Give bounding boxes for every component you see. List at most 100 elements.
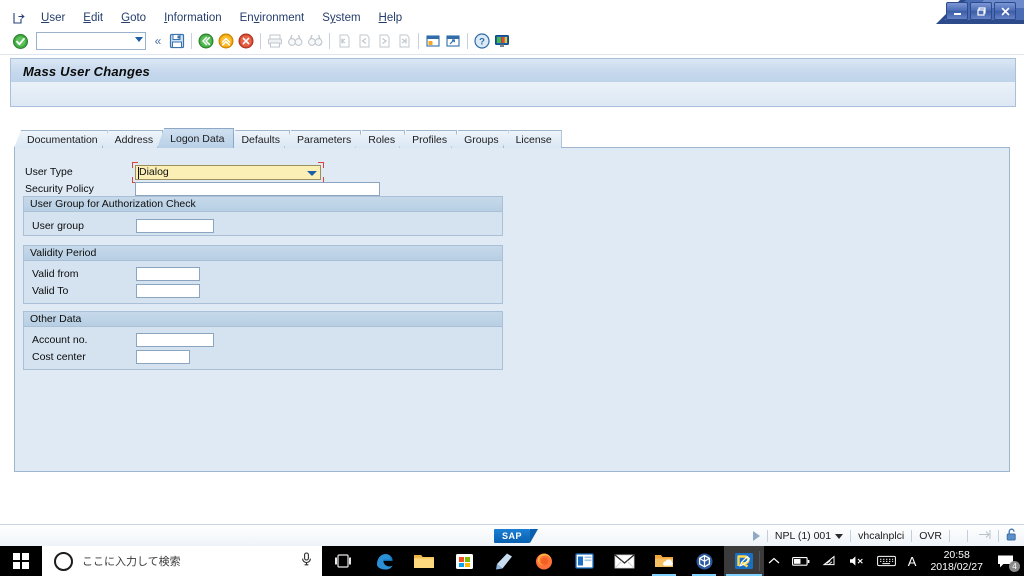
tab-documentation[interactable]: Documentation — [14, 130, 108, 148]
previous-page-button[interactable] — [354, 31, 374, 51]
volume-muted-icon[interactable] — [843, 546, 871, 576]
minimize-button[interactable] — [946, 2, 968, 20]
system-info[interactable]: NPL (1) 001 — [775, 530, 831, 542]
tray-separator — [758, 551, 760, 571]
pen-workspace-icon[interactable] — [732, 546, 757, 576]
touch-keyboard-icon[interactable] — [871, 546, 902, 576]
taskbar-app-mail[interactable] — [604, 546, 644, 576]
ime-mode-indicator[interactable]: A — [902, 546, 923, 576]
menu-edit[interactable]: Edit — [74, 10, 112, 26]
last-page-button[interactable] — [394, 31, 414, 51]
command-input[interactable] — [37, 33, 129, 49]
status-expand-icon[interactable] — [752, 531, 760, 541]
taskbar-app-mozilla-firefox[interactable] — [524, 546, 564, 576]
cost-center-input[interactable] — [136, 350, 190, 364]
taskbar-app-microsoft-store[interactable] — [444, 546, 484, 576]
create-shortcut-button[interactable] — [443, 31, 463, 51]
menu-goto[interactable]: Goto — [112, 10, 155, 26]
chevron-down-icon[interactable] — [835, 533, 844, 539]
insert-mode-indicator[interactable]: OVR — [919, 530, 942, 542]
menu-user[interactable]: UUserser — [32, 10, 74, 26]
tab-label: Roles — [368, 133, 396, 146]
next-page-button[interactable] — [374, 31, 394, 51]
system-tray: A 20:58 2018/02/27 4 — [732, 546, 1024, 576]
unlocked-padlock-icon[interactable] — [1006, 528, 1018, 544]
user-type-row: User Type Dialog — [25, 161, 324, 183]
toolbar-collapse-icon[interactable]: « — [152, 34, 164, 48]
restore-button[interactable] — [970, 2, 992, 20]
group-other-data: Other Data Account no. Cost center — [23, 311, 503, 370]
show-hidden-icons-icon[interactable] — [762, 546, 786, 576]
security-policy-input[interactable] — [135, 182, 380, 196]
microphone-icon[interactable] — [301, 551, 312, 571]
security-policy-label: Security Policy — [25, 183, 94, 195]
taskbar-app-sticky-notes[interactable] — [484, 546, 524, 576]
customize-layout-button[interactable] — [492, 31, 512, 51]
find-button[interactable] — [285, 31, 305, 51]
clock-time: 20:58 — [943, 549, 970, 561]
back-button[interactable] — [196, 31, 216, 51]
taskbar-app-blue-window-app[interactable] — [564, 546, 604, 576]
tab-defaults[interactable]: Defaults — [228, 130, 290, 148]
create-session-button[interactable] — [423, 31, 443, 51]
windows-taskbar: ここに入力して検索 A 20:58 2018/02/27 4 — [0, 546, 1024, 576]
action-center-button[interactable]: 4 — [991, 546, 1024, 576]
clock[interactable]: 20:58 2018/02/27 — [922, 549, 991, 573]
clock-date: 2018/02/27 — [930, 561, 983, 573]
taskbar-app-virtualbox[interactable] — [684, 546, 724, 576]
valid-to-row: Valid To — [32, 283, 200, 299]
tab-profiles[interactable]: Profiles — [399, 130, 458, 148]
user-type-value: Dialog — [139, 166, 169, 178]
cloud-folder-icon — [655, 555, 673, 567]
print-button[interactable] — [265, 31, 285, 51]
menu-environment[interactable]: Environment — [231, 10, 314, 26]
task-view-button[interactable] — [322, 546, 364, 576]
svg-text:?: ? — [479, 37, 485, 48]
account-no-label: Account no. — [32, 334, 88, 346]
group-user-group-authorization-check: User Group for Authorization Check User … — [23, 196, 503, 236]
command-field-dropdown-icon[interactable] — [135, 37, 143, 42]
taskbar-app-microsoft-edge[interactable] — [364, 546, 404, 576]
command-field[interactable] — [36, 32, 146, 50]
menu-help[interactable]: Help — [370, 10, 412, 26]
account-no-input[interactable] — [136, 333, 214, 347]
user-type-select[interactable]: Dialog — [135, 164, 321, 180]
text-cursor — [138, 166, 139, 179]
find-next-button[interactable] — [305, 31, 325, 51]
close-button[interactable] — [994, 2, 1016, 20]
valid-to-input[interactable] — [136, 284, 200, 298]
taskbar-app-cloud-folder[interactable] — [644, 546, 684, 576]
exit-button[interactable] — [216, 31, 236, 51]
save-button[interactable] — [167, 31, 187, 51]
group-validity-period: Validity Period Valid from Valid To — [23, 245, 503, 304]
tab-logon-data[interactable]: Logon Data — [157, 128, 235, 148]
battery-icon[interactable] — [786, 546, 816, 576]
tab-license[interactable]: License — [502, 130, 562, 148]
enter-button[interactable] — [12, 33, 28, 49]
start-button[interactable] — [0, 546, 42, 576]
taskbar-app-file-explorer[interactable] — [404, 546, 444, 576]
menu-information[interactable]: Information — [155, 10, 231, 26]
tab-groups[interactable]: Groups — [451, 130, 509, 148]
screen-title-bar: Mass User Changes — [10, 58, 1016, 84]
chevron-down-icon[interactable] — [307, 170, 317, 176]
security-policy-row: Security Policy — [25, 181, 380, 197]
cancel-button[interactable] — [236, 31, 256, 51]
resize-grip-icon[interactable] — [978, 529, 991, 543]
logon-data-panel: User Type Dialog Security Policy User Gr… — [14, 147, 1010, 472]
wifi-icon[interactable] — [816, 546, 843, 576]
help-button[interactable]: ? — [472, 31, 492, 51]
search-input[interactable]: ここに入力して検索 — [42, 546, 322, 576]
valid-from-input[interactable] — [136, 267, 200, 281]
menu-system[interactable]: System — [313, 10, 369, 26]
system-menu-icon[interactable] — [6, 9, 32, 27]
tab-parameters[interactable]: Parameters — [283, 130, 362, 148]
firefox-icon — [536, 553, 552, 570]
toolbar-separator — [260, 33, 261, 49]
tab-roles[interactable]: Roles — [355, 130, 406, 148]
tab-address[interactable]: Address — [101, 130, 164, 148]
user-group-input[interactable] — [136, 219, 214, 233]
toolbar-separator — [191, 33, 192, 49]
valid-to-label: Valid To — [32, 285, 69, 297]
first-page-button[interactable] — [334, 31, 354, 51]
